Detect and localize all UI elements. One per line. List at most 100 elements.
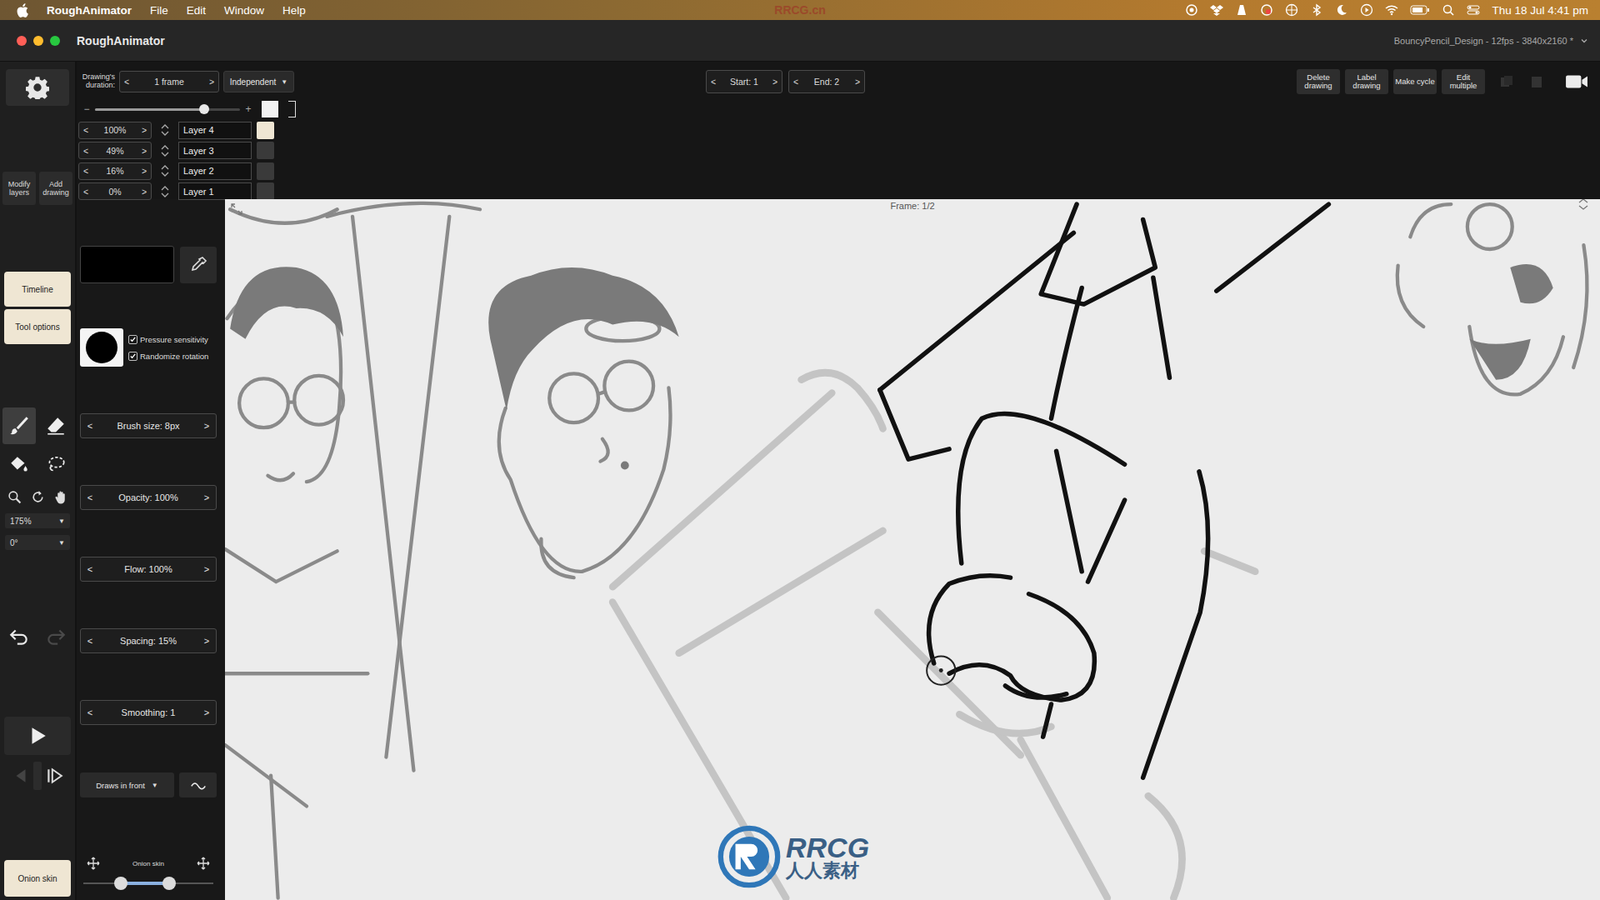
tool-button[interactable]: [39, 446, 73, 484]
frame-scrubber[interactable]: [33, 761, 42, 790]
layer-select-swatch[interactable]: [256, 141, 275, 160]
camera-button[interactable]: [1563, 71, 1590, 92]
brush-color-swatch[interactable]: [80, 245, 175, 284]
tool-button[interactable]: [2, 407, 36, 445]
layer-opacity-stepper[interactable]: <16%>: [78, 162, 152, 180]
onion-skin-button[interactable]: Onion skin: [4, 860, 71, 897]
toolbar: Drawing's duration: <1 frame> Independen…: [76, 61, 1600, 200]
apple-icon[interactable]: [16, 3, 29, 18]
setting-stepper[interactable]: <Flow: 100%>: [80, 556, 217, 582]
reorder-icon[interactable]: [160, 164, 170, 178]
layer-action-button[interactable]: Add drawing: [39, 171, 73, 205]
drawing-action-button[interactable]: Make cycle: [1393, 69, 1437, 95]
eyedropper-button[interactable]: [180, 246, 217, 284]
layer-name[interactable]: Layer 2: [178, 162, 252, 180]
move-icon[interactable]: [196, 856, 210, 870]
clock[interactable]: Thu 18 Jul 4:41 pm: [1491, 4, 1589, 17]
reorder-icon[interactable]: [160, 123, 170, 137]
tool-button[interactable]: [2, 446, 36, 484]
battery-icon[interactable]: [1410, 4, 1430, 16]
onion-skin-range-slider[interactable]: [80, 876, 217, 890]
draw-order-dropdown[interactable]: Draws in front▼: [80, 772, 175, 798]
tool-button[interactable]: [39, 407, 73, 445]
tool-options-panel: Pressure sensitivity Randomize rotation …: [76, 199, 224, 900]
setting-stepper[interactable]: <Brush size: 8px>: [80, 413, 217, 439]
redo-button[interactable]: [40, 621, 72, 652]
step-back-icon[interactable]: [11, 766, 30, 785]
close-button[interactable]: [16, 35, 27, 46]
zoom-select[interactable]: 175%▼: [5, 513, 70, 529]
layer-opacity-stepper[interactable]: <49%>: [78, 141, 152, 160]
sync-icon[interactable]: [1260, 3, 1274, 17]
drawing-action-button[interactable]: Edit multiple: [1441, 69, 1485, 95]
panel-button[interactable]: Timeline: [4, 271, 71, 307]
setting-stepper[interactable]: <Opacity: 100%>: [80, 485, 217, 510]
layer-opacity-slider[interactable]: [95, 108, 240, 111]
wifi-icon[interactable]: [1385, 3, 1399, 17]
collapse-icon[interactable]: [1576, 199, 1590, 211]
play-button[interactable]: [4, 716, 71, 755]
app-menu[interactable]: RoughAnimator: [46, 4, 132, 17]
brush-preview[interactable]: [80, 328, 124, 367]
zoom-button[interactable]: [50, 35, 60, 46]
setting-stepper[interactable]: <Spacing: 15%>: [80, 628, 217, 654]
settings-button[interactable]: [5, 69, 70, 106]
grid-icon[interactable]: [1285, 3, 1299, 17]
vlc-icon[interactable]: [1235, 3, 1249, 17]
search-icon[interactable]: [1441, 3, 1455, 17]
dropbox-icon[interactable]: [1210, 3, 1224, 17]
setting-stepper[interactable]: <Smoothing: 1>: [80, 700, 217, 725]
fullscreen-icon[interactable]: [230, 202, 244, 216]
drawing-canvas[interactable]: Frame: 1/2 RRCG 人人素材: [225, 199, 1600, 900]
camera-icon: [1565, 73, 1589, 90]
eyedropper-icon: [188, 255, 209, 275]
layer-opacity-stepper[interactable]: <0%>: [78, 182, 152, 200]
view-tool-button[interactable]: [50, 486, 72, 507]
reorder-icon[interactable]: [160, 144, 170, 158]
window-title: RoughAnimator: [76, 34, 165, 48]
minimize-button[interactable]: [33, 35, 44, 46]
layer-select-swatch[interactable]: [256, 182, 275, 200]
view-tool-button[interactable]: [3, 486, 25, 507]
step-forward-icon[interactable]: [45, 766, 64, 785]
menu-item[interactable]: Edit: [186, 4, 206, 17]
layer-name[interactable]: Layer 3: [178, 141, 252, 160]
chevron-down-icon[interactable]: [1580, 36, 1589, 45]
bluetooth-icon[interactable]: [1310, 3, 1324, 17]
moon-icon[interactable]: [1335, 3, 1349, 17]
layer-name[interactable]: Layer 1: [178, 182, 252, 200]
layer-opacity-stepper[interactable]: <100%>: [78, 121, 152, 140]
layer-name[interactable]: Layer 4: [178, 121, 252, 140]
timing-mode-dropdown[interactable]: Independent▼: [223, 70, 295, 93]
layer-select-swatch[interactable]: [256, 162, 275, 180]
now-playing-icon[interactable]: [1360, 3, 1374, 17]
opacity-decrease[interactable]: −: [83, 103, 90, 115]
view-tool-button[interactable]: [26, 486, 49, 507]
layer-opacity-row: − +: [78, 100, 1590, 118]
copy-icon[interactable]: [1498, 73, 1515, 90]
layer-action-button[interactable]: Modify layers: [2, 171, 36, 205]
opacity-increase[interactable]: +: [245, 103, 252, 115]
frame-bracket[interactable]: [288, 100, 296, 118]
paste-icon[interactable]: [1528, 73, 1545, 90]
rotation-select[interactable]: 0°▼: [5, 535, 70, 550]
end-stepper[interactable]: <End: 2>: [788, 70, 865, 94]
move-icon[interactable]: [86, 856, 100, 870]
paper-color-swatch[interactable]: [261, 100, 279, 118]
reorder-icon[interactable]: [160, 185, 170, 199]
option-checkbox[interactable]: Randomize rotation: [128, 351, 209, 361]
panel-button[interactable]: Tool options: [4, 309, 71, 345]
control-center-icon[interactable]: [1466, 3, 1480, 17]
option-checkbox[interactable]: Pressure sensitivity: [128, 335, 209, 345]
duration-stepper[interactable]: <1 frame>: [119, 70, 220, 93]
stroke-style-button[interactable]: [179, 772, 217, 798]
drawing-action-button[interactable]: Label drawing: [1345, 69, 1389, 95]
menu-item[interactable]: File: [150, 4, 169, 17]
menu-item[interactable]: Window: [224, 4, 265, 17]
layer-select-swatch[interactable]: [256, 121, 275, 140]
menu-item[interactable]: Help: [282, 4, 306, 17]
record-icon[interactable]: [1185, 3, 1199, 17]
undo-button[interactable]: [3, 621, 35, 652]
start-stepper[interactable]: <Start: 1>: [705, 70, 783, 94]
drawing-action-button[interactable]: Delete drawing: [1296, 69, 1340, 95]
